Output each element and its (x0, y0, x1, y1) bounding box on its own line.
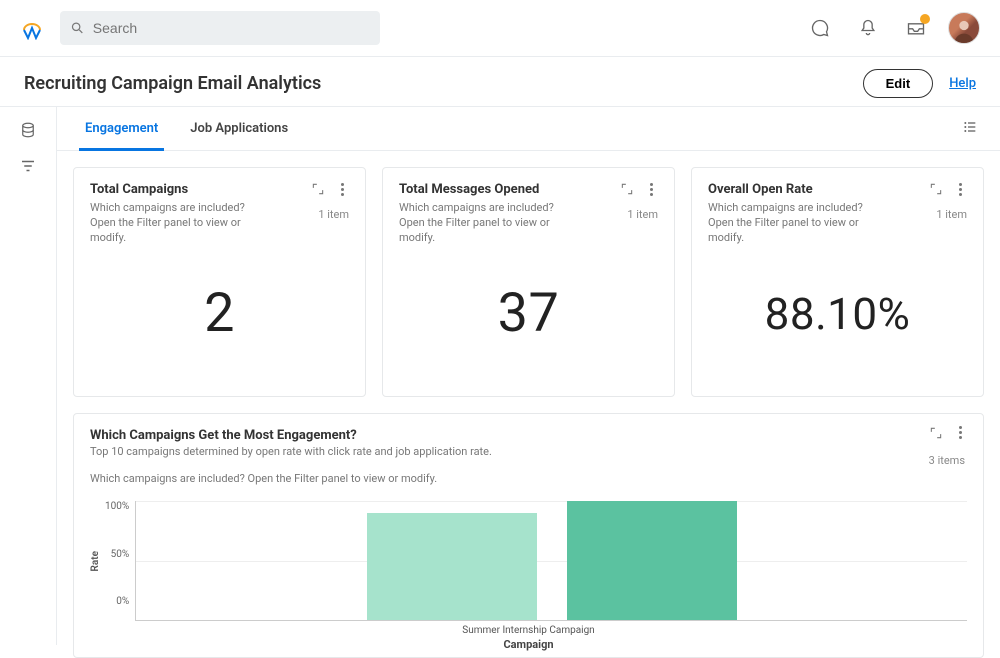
card-subtitle: Which campaigns are included? Open the F… (90, 201, 266, 246)
chart-desc: Top 10 campaigns determined by open rate… (90, 445, 967, 458)
inbox-icon[interactable] (900, 12, 932, 44)
help-link[interactable]: Help (949, 76, 976, 91)
card-title: Total Messages Opened (399, 182, 539, 197)
x-axis-label: Campaign (90, 638, 967, 657)
y-tick: 100% (105, 501, 129, 512)
tab-engagement[interactable]: Engagement (69, 107, 174, 150)
chart-card: Which Campaigns Get the Most Engagement?… (73, 413, 984, 658)
card-item-count: 1 item (936, 208, 967, 221)
tab-row: Engagement Job Applications (57, 107, 1000, 151)
y-tick: 0% (105, 596, 129, 607)
chart-title: Which Campaigns Get the Most Engagement? (90, 428, 967, 443)
search-box[interactable] (60, 11, 380, 45)
user-avatar[interactable] (948, 12, 980, 44)
card-title: Overall Open Rate (708, 182, 813, 197)
cards-row: Total Campaigns Which campaigns are incl… (57, 151, 1000, 413)
expand-icon[interactable] (620, 182, 634, 196)
title-bar: Recruiting Campaign Email Analytics Edit… (0, 56, 1000, 107)
more-icon[interactable] (953, 183, 967, 196)
page-title: Recruiting Campaign Email Analytics (24, 73, 321, 94)
card-subtitle: Which campaigns are included? Open the F… (708, 201, 884, 246)
tab-job-applications[interactable]: Job Applications (174, 107, 304, 150)
card-overall-open-rate: Overall Open Rate Which campaigns are in… (691, 167, 984, 397)
chat-icon[interactable] (804, 12, 836, 44)
inbox-badge (920, 14, 930, 24)
expand-icon[interactable] (929, 182, 943, 196)
card-item-count: 1 item (627, 208, 658, 221)
card-subtitle: Which campaigns are included? Open the F… (399, 201, 575, 246)
y-axis-label: Rate (90, 551, 101, 571)
card-value: 2 (90, 246, 349, 382)
search-icon (70, 20, 85, 36)
card-total-campaigns: Total Campaigns Which campaigns are incl… (73, 167, 366, 397)
more-icon[interactable] (644, 183, 658, 196)
card-value: 88.10% (708, 246, 967, 382)
more-icon[interactable] (335, 183, 349, 196)
y-axis-ticks: 100% 50% 0% (105, 501, 135, 621)
chart-item-count: 3 items (929, 454, 965, 467)
card-item-count: 1 item (318, 208, 349, 221)
left-rail (0, 107, 56, 645)
expand-icon[interactable] (929, 426, 943, 440)
filter-icon[interactable] (19, 157, 37, 175)
expand-icon[interactable] (311, 182, 325, 196)
search-input[interactable] (93, 20, 370, 36)
notifications-icon[interactable] (852, 12, 884, 44)
x-category-label: Summer Internship Campaign (90, 625, 967, 636)
more-icon[interactable] (953, 426, 967, 440)
top-bar (0, 0, 1000, 56)
card-total-messages-opened: Total Messages Opened Which campaigns ar… (382, 167, 675, 397)
chart-bar[interactable] (567, 501, 737, 620)
y-tick: 50% (105, 549, 129, 560)
app-logo[interactable] (20, 16, 44, 40)
card-title: Total Campaigns (90, 182, 188, 197)
list-view-icon[interactable] (952, 119, 988, 139)
chart-filter-note: Which campaigns are included? Open the F… (90, 472, 967, 485)
card-value: 37 (399, 246, 658, 382)
chart-bar[interactable] (367, 513, 537, 620)
data-icon[interactable] (19, 121, 37, 139)
chart-plot: Rate 100% 50% 0% (90, 501, 967, 621)
edit-button[interactable]: Edit (863, 69, 934, 98)
